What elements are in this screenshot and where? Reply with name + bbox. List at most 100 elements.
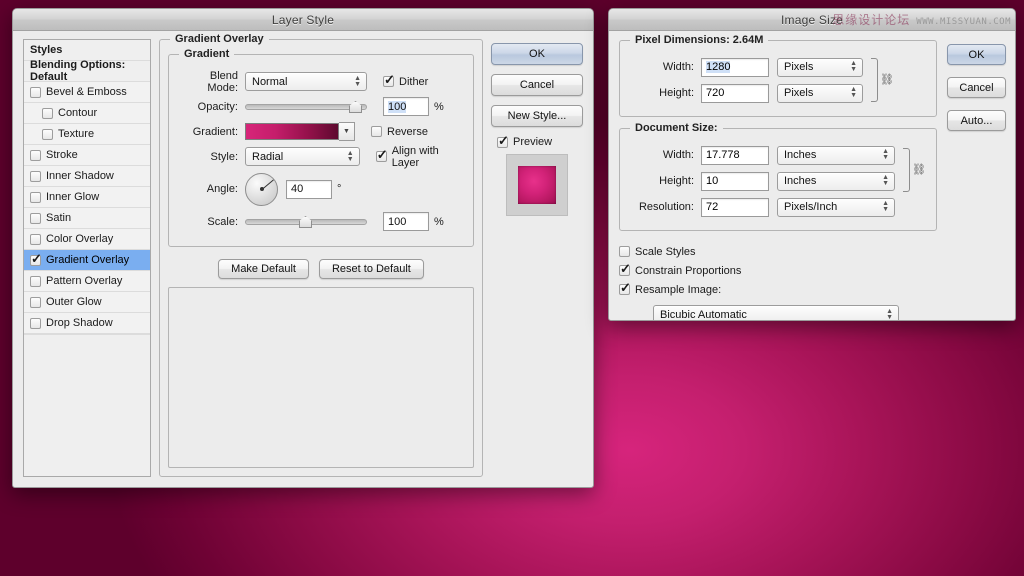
resolution-value: 72 xyxy=(706,201,718,213)
auto-button[interactable]: Auto... xyxy=(947,110,1006,131)
scale-styles-label: Scale Styles xyxy=(635,246,696,258)
gradient-picker[interactable]: ▼ xyxy=(245,122,355,141)
resolution-input[interactable]: 72 xyxy=(701,198,769,217)
cancel-button[interactable]: Cancel xyxy=(491,74,583,96)
pixel-height-row: Height: 720 Pixels ▲▼ xyxy=(629,80,863,106)
sidebar-item-texture[interactable]: Texture xyxy=(24,124,150,145)
sidebar-item-styles[interactable]: Styles xyxy=(24,40,150,61)
make-default-button[interactable]: Make Default xyxy=(218,259,309,279)
preview-swatch xyxy=(518,166,556,204)
opacity-input[interactable]: 100 xyxy=(383,97,429,116)
checkbox-icon[interactable] xyxy=(619,246,630,257)
checkbox-icon[interactable] xyxy=(42,108,53,119)
scale-unit: % xyxy=(434,216,444,228)
gradient-style-select[interactable]: Radial ▲▼ xyxy=(245,147,360,166)
style-label: Outer Glow xyxy=(46,296,102,308)
gradient-label: Gradient: xyxy=(179,126,245,138)
stepper-arrows-icon: ▲▼ xyxy=(850,87,857,99)
sidebar-item-drop-shadow[interactable]: Drop Shadow xyxy=(24,313,150,334)
layer-style-titlebar[interactable]: Layer Style xyxy=(13,9,593,31)
doc-width-unit-select[interactable]: Inches ▲▼ xyxy=(777,146,895,165)
resolution-unit-select[interactable]: Pixels/Inch ▲▼ xyxy=(777,198,895,217)
constrain-proportions-label: Constrain Proportions xyxy=(635,265,741,277)
sidebar-item-inner-shadow[interactable]: Inner Shadow xyxy=(24,166,150,187)
gradient-row: Gradient: ▼ Reverse xyxy=(179,119,463,144)
doc-width-row: Width: 17.778 Inches ▲▼ xyxy=(629,142,895,168)
checkbox-icon[interactable] xyxy=(497,137,508,148)
opacity-label: Opacity: xyxy=(179,101,245,113)
scale-row: Scale: 100 % xyxy=(179,209,463,234)
style-label: Color Overlay xyxy=(46,233,113,245)
sidebar-item-stroke[interactable]: Stroke xyxy=(24,145,150,166)
doc-height-unit-select[interactable]: Inches ▲▼ xyxy=(777,172,895,191)
sidebar-item-color-overlay[interactable]: Color Overlay xyxy=(24,229,150,250)
checkbox-icon[interactable] xyxy=(30,276,41,287)
pixel-height-unit-select[interactable]: Pixels ▲▼ xyxy=(777,84,863,103)
checkbox-icon[interactable] xyxy=(42,129,53,140)
checkbox-icon[interactable] xyxy=(30,255,41,266)
slider-handle[interactable] xyxy=(349,101,362,113)
reverse-checkbox-row[interactable]: Reverse xyxy=(371,126,428,138)
pixel-width-unit-select[interactable]: Pixels ▲▼ xyxy=(777,58,863,77)
checkbox-icon[interactable] xyxy=(371,126,382,137)
checkbox-icon[interactable] xyxy=(30,297,41,308)
pixel-height-input[interactable]: 720 xyxy=(701,84,769,103)
sidebar-item-gradient-overlay[interactable]: Gradient Overlay xyxy=(24,250,150,271)
sidebar-item-pattern-overlay[interactable]: Pattern Overlay xyxy=(24,271,150,292)
constrain-proportions-row[interactable]: Constrain Proportions xyxy=(619,261,937,280)
gradient-preview-bar[interactable] xyxy=(245,123,339,140)
doc-height-input[interactable]: 10 xyxy=(701,172,769,191)
image-size-titlebar[interactable]: Image Size 思缘设计论坛 WWW.MISSYUAN.COM xyxy=(609,9,1015,31)
checkbox-icon[interactable] xyxy=(30,213,41,224)
pixel-dimensions-group: Pixel Dimensions: 2.64M Width: 1280 Pixe… xyxy=(619,40,937,117)
gradient-dropdown-button[interactable]: ▼ xyxy=(339,122,355,141)
checkbox-icon[interactable] xyxy=(30,171,41,182)
ok-button[interactable]: OK xyxy=(947,44,1006,65)
doc-width-input[interactable]: 17.778 xyxy=(701,146,769,165)
sidebar-item-bevel-emboss[interactable]: Bevel & Emboss xyxy=(24,82,150,103)
style-label: Stroke xyxy=(46,149,78,161)
checkbox-icon[interactable] xyxy=(30,234,41,245)
sidebar-item-contour[interactable]: Contour xyxy=(24,103,150,124)
pixel-height-label: Height: xyxy=(629,87,701,99)
checkbox-icon[interactable] xyxy=(30,87,41,98)
document-size-group: Document Size: Width: 17.778 Inches ▲▼ xyxy=(619,128,937,231)
sidebar-item-satin[interactable]: Satin xyxy=(24,208,150,229)
gradient-group: Gradient Blend Mode: Normal ▲▼ Dither xyxy=(168,54,474,247)
slider-handle[interactable] xyxy=(299,216,312,228)
resample-image-row[interactable]: Resample Image: xyxy=(619,280,937,299)
checkbox-icon[interactable] xyxy=(376,151,387,162)
pixel-width-input[interactable]: 1280 xyxy=(701,58,769,77)
checkbox-icon[interactable] xyxy=(30,318,41,329)
align-with-layer-row[interactable]: Align with Layer xyxy=(376,145,463,169)
resample-method-select[interactable]: Bicubic Automatic ▲▼ xyxy=(653,305,899,321)
gradient-overlay-panel: Gradient Overlay Gradient Blend Mode: No… xyxy=(159,39,483,477)
sidebar-item-blending-options[interactable]: Blending Options: Default xyxy=(24,61,150,82)
ok-button[interactable]: OK xyxy=(491,43,583,65)
preview-checkbox-row[interactable]: Preview xyxy=(491,136,583,148)
checkbox-icon[interactable] xyxy=(619,284,630,295)
sidebar-item-outer-glow[interactable]: Outer Glow xyxy=(24,292,150,313)
scale-input[interactable]: 100 xyxy=(383,212,429,231)
reset-to-default-button[interactable]: Reset to Default xyxy=(319,259,424,279)
styles-list-empty-area xyxy=(24,334,150,476)
checkbox-icon[interactable] xyxy=(383,76,394,87)
style-label: Styles xyxy=(30,44,62,56)
checkbox-icon[interactable] xyxy=(619,265,630,276)
opacity-slider[interactable] xyxy=(245,97,367,116)
dither-checkbox-row[interactable]: Dither xyxy=(383,76,428,88)
scale-slider[interactable] xyxy=(245,212,367,231)
scale-styles-row[interactable]: Scale Styles xyxy=(619,242,937,261)
blend-mode-select[interactable]: Normal ▲▼ xyxy=(245,72,367,91)
style-label: Contour xyxy=(58,107,97,119)
angle-dial[interactable] xyxy=(245,173,278,206)
cancel-button[interactable]: Cancel xyxy=(947,77,1006,98)
gradient-overlay-empty-area xyxy=(168,287,474,468)
opacity-row: Opacity: 100 % xyxy=(179,94,463,119)
sidebar-item-inner-glow[interactable]: Inner Glow xyxy=(24,187,150,208)
stepper-arrows-icon: ▲▼ xyxy=(850,61,857,73)
new-style-button[interactable]: New Style... xyxy=(491,105,583,127)
angle-input[interactable]: 40 xyxy=(286,180,332,199)
checkbox-icon[interactable] xyxy=(30,150,41,161)
checkbox-icon[interactable] xyxy=(30,192,41,203)
